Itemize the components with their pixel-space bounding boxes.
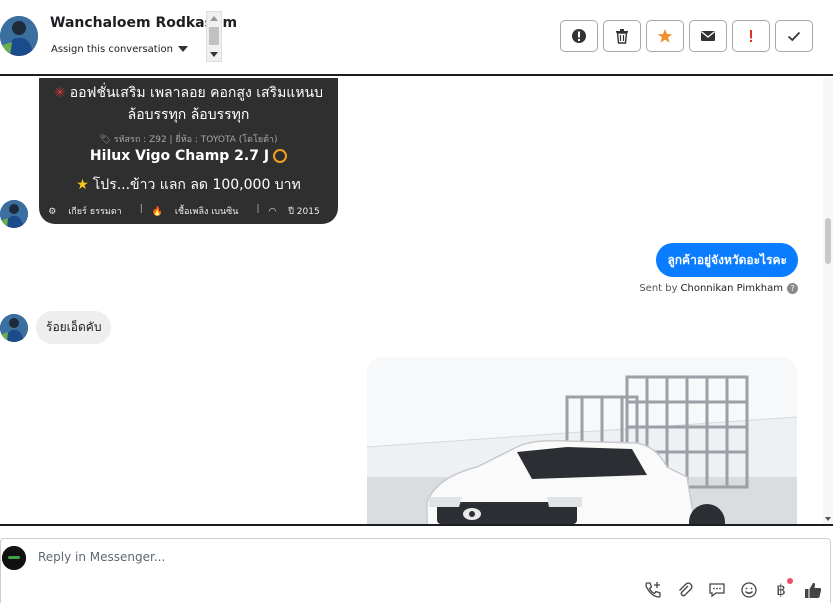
pickup-truck-photo[interactable] <box>367 357 797 524</box>
messenger-app: Wanchaloem Rodkasem Assign this conversa… <box>0 0 833 603</box>
caret-down-icon <box>177 46 188 52</box>
mark-spam-icon <box>572 29 586 43</box>
message-thread[interactable]: ✳ ออฟชั่นเสริม เพลาลอย คอกสูง เสริมแหนบ ล… <box>0 78 833 524</box>
page-logo-avatar <box>2 546 26 570</box>
saved-reply-icon <box>709 583 725 598</box>
asterisk-icon: ✳ <box>53 85 66 101</box>
envelope-icon <box>701 31 715 41</box>
notification-dot <box>787 578 793 584</box>
priority-button[interactable] <box>732 20 770 52</box>
spec-year: ◠ ปี 2015 <box>268 207 320 217</box>
like-button[interactable] <box>803 580 823 600</box>
verified-check-icon <box>273 149 288 163</box>
thread-scrollbar[interactable] <box>823 78 833 524</box>
header-scrollbar[interactable] <box>206 11 222 62</box>
gold-star-icon: ★ <box>76 177 89 193</box>
payment-icon: ฿ <box>776 581 786 599</box>
mark-spam-button[interactable] <box>560 20 598 52</box>
scroll-down-icon[interactable] <box>210 52 218 57</box>
emoji-button[interactable] <box>739 580 759 600</box>
help-icon[interactable]: ? <box>787 283 798 294</box>
incoming-message[interactable]: ร้อยเอ็ดคับ <box>36 311 112 344</box>
composer-tools: ฿ <box>643 578 823 600</box>
contact-avatar[interactable] <box>0 16 38 56</box>
move-to-inbox-button[interactable] <box>689 20 727 52</box>
promo-deal: ★ โปร...ข้าว แลก ลด 100,000 บาท <box>76 177 301 193</box>
sent-by-label: Sent by Chonnikan Pimkham ? <box>639 283 798 294</box>
trash-icon <box>616 29 628 44</box>
scroll-thumb[interactable] <box>209 27 219 45</box>
spec-fuel: 🔥 เชื้อเพลิง เบนซิน <box>151 207 239 217</box>
tag-icon: 🏷 <box>99 135 114 145</box>
promo-headline: ✳ ออฟชั่นเสริม เพลาลอย คอกสูง เสริมแหนบ ล… <box>53 85 324 123</box>
attach-button[interactable] <box>675 580 695 600</box>
check-icon <box>787 31 801 42</box>
assign-label: Assign this conversation <box>51 44 173 55</box>
scroll-up-icon[interactable] <box>210 16 218 21</box>
saved-reply-button[interactable] <box>707 580 727 600</box>
add-call-button[interactable] <box>643 580 663 600</box>
sender-avatar <box>0 200 28 228</box>
conversation-actions <box>560 20 813 52</box>
delete-button[interactable] <box>603 20 641 52</box>
star-button[interactable] <box>646 20 684 52</box>
spec-gear: ⚙ เกียร์ ธรรมดา <box>48 207 122 217</box>
emoji-icon <box>741 582 757 598</box>
attachment-icon <box>679 582 693 597</box>
sender-name[interactable]: Chonnikan Pimkham <box>681 283 783 294</box>
outgoing-message[interactable]: ลูกค้าอยู่จังหวัดอะไรคะ <box>656 243 798 277</box>
scroll-thumb[interactable] <box>825 218 831 264</box>
reply-input[interactable] <box>38 550 598 564</box>
promo-meta: 🏷 รหัสรถ : Z92 | ยี่ห้อ : TOYOTA (โตโยต้… <box>99 135 278 145</box>
promo-card-message[interactable]: ✳ ออฟชั่นเสริม เพลาลอย คอกสูง เสริมแหนบ ล… <box>39 78 338 224</box>
reply-composer: ฿ <box>0 524 833 603</box>
sender-avatar <box>0 314 28 342</box>
promo-model: Hilux Vigo Champ 2.7 J <box>39 148 338 164</box>
add-call-icon <box>645 582 661 598</box>
assign-conversation-dropdown[interactable]: Assign this conversation <box>51 44 188 55</box>
priority-icon <box>750 30 752 42</box>
conversation-header: Wanchaloem Rodkasem Assign this conversa… <box>0 0 833 76</box>
payment-button[interactable]: ฿ <box>771 578 793 600</box>
mark-done-button[interactable] <box>775 20 813 52</box>
star-icon <box>657 29 673 43</box>
promo-specs: ⚙ เกียร์ ธรรมดา | 🔥 เชื้อเพลิง เบนซิน | … <box>39 204 338 218</box>
scroll-down-icon[interactable] <box>825 517 831 521</box>
like-icon <box>805 582 822 598</box>
